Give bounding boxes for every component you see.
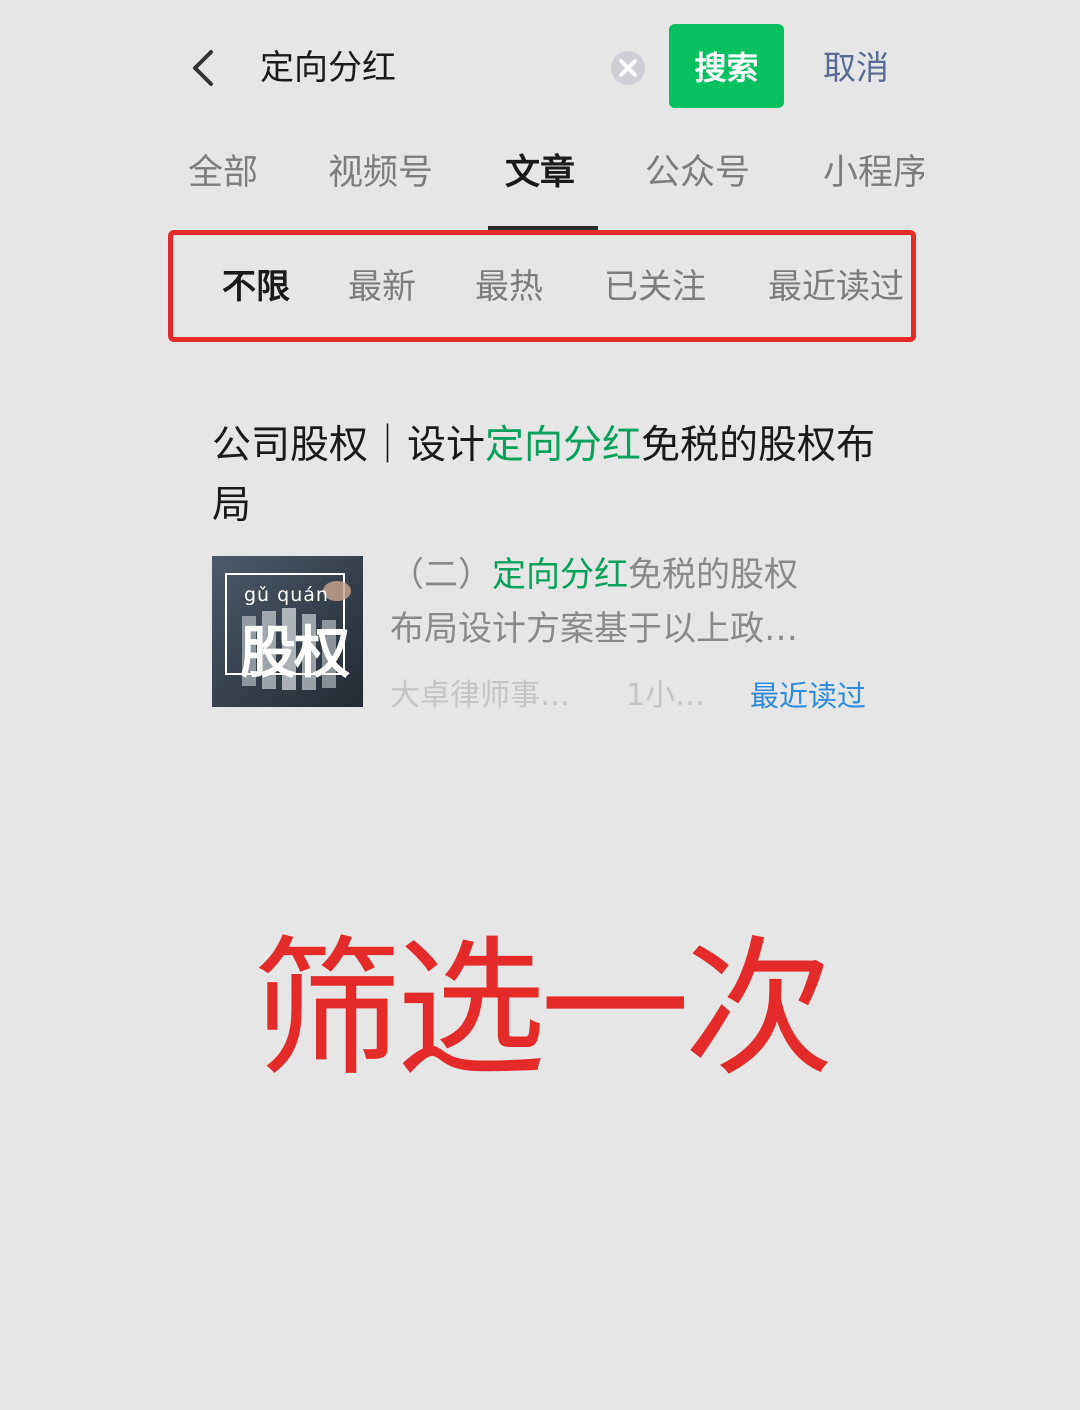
result-title[interactable]: 公司股权｜设计定向分红免税的股权布局 <box>212 416 892 536</box>
tab-articles[interactable]: 文章 <box>505 142 575 204</box>
thumbnail-pinyin: gǔ quán <box>244 584 329 606</box>
title-highlight: 定向分红 <box>485 423 642 468</box>
category-tabs: 全部 视频号 文章 公众号 小程序 <box>168 142 924 232</box>
snippet-text: （二） <box>390 555 492 595</box>
result-source: 大卓律师事… <box>390 678 570 713</box>
back-button[interactable] <box>180 40 224 96</box>
tab-all[interactable]: 全部 <box>188 142 258 204</box>
thumbnail-title: 股权 <box>240 621 350 686</box>
snippet-text-rest: 免税的股权 <box>628 555 798 595</box>
result-thumbnail[interactable]: gǔ quán 股权 <box>212 556 363 707</box>
clear-icon <box>611 51 645 85</box>
tab-mini-programs[interactable]: 小程序 <box>823 142 924 204</box>
annotation-caption: 筛选一次 <box>251 923 834 1097</box>
tab-channels[interactable]: 视频号 <box>328 142 433 204</box>
tab-official-accounts[interactable]: 公众号 <box>645 142 750 204</box>
chevron-left-icon <box>193 50 213 86</box>
recently-read-badge: 最近读过 <box>750 679 867 713</box>
cancel-button[interactable]: 取消 <box>806 40 906 96</box>
search-input[interactable]: 定向分红 <box>260 40 396 96</box>
search-button[interactable]: 搜索 <box>669 24 784 108</box>
result-time: 1小… <box>626 678 706 713</box>
clear-search-button[interactable] <box>608 48 648 88</box>
title-text: 公司股权｜设计 <box>212 423 486 468</box>
result-snippet[interactable]: （二）定向分红免税的股权 布局设计方案基于以上政… <box>390 548 860 656</box>
filter-highlight-box <box>168 230 916 342</box>
snippet-line-2: 布局设计方案基于以上政… <box>390 609 798 649</box>
snippet-highlight: 定向分红 <box>492 555 628 595</box>
snippet-line-1: （二）定向分红免税的股权 <box>390 548 860 602</box>
